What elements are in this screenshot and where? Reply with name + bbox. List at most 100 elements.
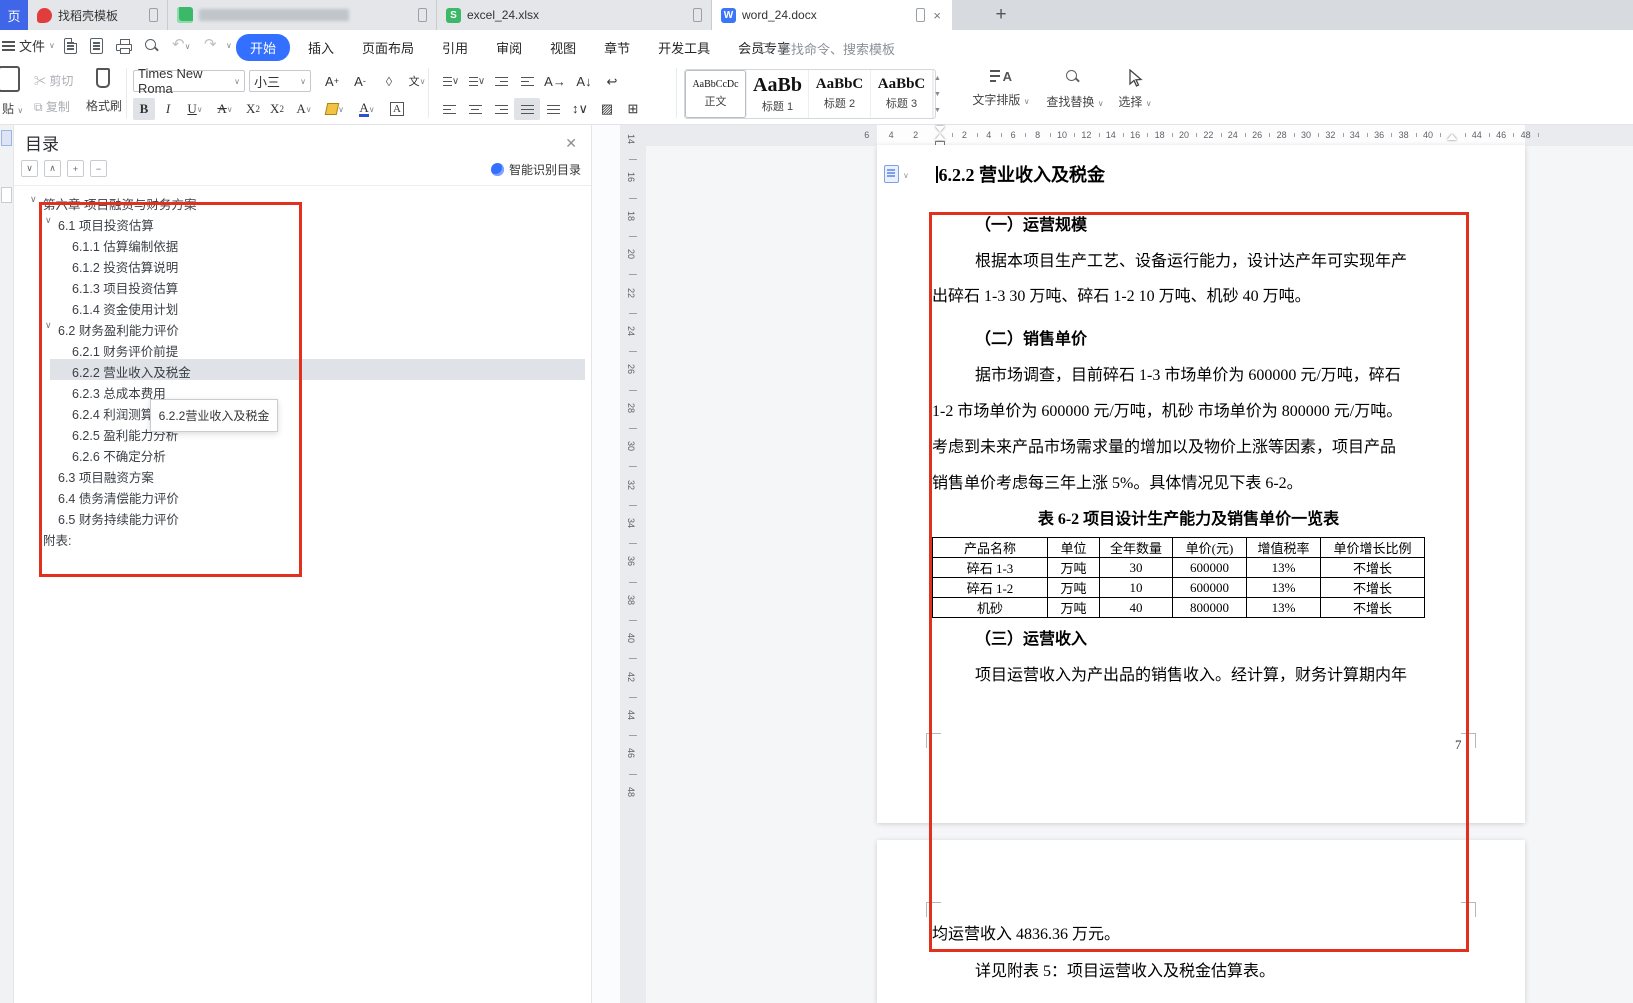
shading-icon[interactable]: ▨	[594, 98, 620, 120]
first-line-indent-marker[interactable]	[935, 126, 945, 132]
menu-tab-开始[interactable]: 开始	[236, 34, 290, 61]
chevron-down-icon[interactable]: ∨	[45, 215, 52, 226]
menu-tab-章节[interactable]: 章节	[594, 34, 640, 61]
decrease-indent-icon[interactable]	[488, 70, 514, 92]
toc-item[interactable]: 6.1.2 投资估算说明	[14, 254, 592, 275]
toc-item[interactable]: 6.4 债务清偿能力评价	[14, 485, 592, 506]
align-distribute-icon[interactable]	[540, 98, 566, 120]
toc-item[interactable]: 6.2.5 盈利能力分析	[14, 422, 592, 443]
style-标题 2[interactable]: AaBbC标题 2	[809, 70, 871, 118]
toc-item[interactable]: 6.5 财务持续能力评价	[14, 506, 592, 527]
hanging-indent-marker[interactable]	[935, 134, 945, 140]
toc-item[interactable]: 附表:	[14, 527, 592, 548]
style-标题 3[interactable]: AaBbC标题 3	[871, 70, 933, 118]
bookmark-panel-icon[interactable]	[1, 187, 12, 203]
select-button[interactable]: 选择 ∨	[1112, 69, 1158, 110]
underline-button[interactable]: U∨	[181, 98, 209, 120]
toc-expand-all-icon[interactable]: ∨	[21, 160, 38, 177]
chevron-down-icon[interactable]: ∨	[30, 194, 37, 205]
gallery-scroll-up-icon[interactable]: ▲	[934, 75, 941, 82]
menu-tab-引用[interactable]: 引用	[432, 34, 478, 61]
bullet-list-icon[interactable]: ∨	[436, 70, 462, 92]
new-tab-button[interactable]: +	[988, 2, 1014, 28]
toc-item[interactable]: 6.1.1 估算编制依据	[14, 233, 592, 254]
text-layout-button[interactable]: A 文字排版 ∨	[965, 69, 1037, 108]
menu-tab-开发工具[interactable]: 开发工具	[648, 34, 720, 61]
mobile-sync-icon[interactable]	[418, 8, 427, 22]
document-tab-excel[interactable]: Sexcel_24.xlsx	[437, 0, 712, 30]
italic-button[interactable]: I	[159, 98, 177, 120]
toc-item[interactable]: ∨6.2 财务盈利能力评价	[14, 317, 592, 338]
toc-panel-toggle-icon[interactable]	[1, 130, 12, 146]
document-page-2[interactable]: 均运营收入 4836.36 万元。详见附表 5：项目运营收入及税金估算表。	[877, 840, 1525, 1003]
bold-button[interactable]: B	[133, 98, 155, 120]
tab-close-icon[interactable]: ×	[931, 8, 943, 23]
numbered-list-icon[interactable]: ∨	[462, 70, 488, 92]
right-indent-marker[interactable]	[1447, 134, 1457, 140]
find-replace-button[interactable]: 查找替换 ∨	[1042, 69, 1108, 110]
increase-font-size-button[interactable]: A+	[320, 70, 344, 92]
home-tab[interactable]: 页	[0, 0, 28, 30]
new-document-icon[interactable]	[64, 38, 81, 55]
smart-toc-button[interactable]: 智能识别目录	[491, 161, 581, 178]
toc-close-icon[interactable]: ✕	[565, 135, 577, 152]
font-family-combobox[interactable]: Times New Roma∨	[133, 70, 245, 92]
align-center-icon[interactable]	[462, 98, 488, 120]
toc-item[interactable]: 6.1.3 项目投资估算	[14, 275, 592, 296]
document-tab-word[interactable]: Wword_24.docx×	[712, 0, 952, 30]
toc-zoom-out-icon[interactable]: −	[90, 160, 107, 177]
strikethrough-button[interactable]: A∨	[211, 98, 239, 120]
font-size-combobox[interactable]: 小三∨	[249, 70, 311, 92]
character-border-button[interactable]: A	[385, 98, 409, 120]
toc-item[interactable]: 6.2.2 营业收入及税金	[14, 359, 592, 380]
gallery-expand-icon[interactable]: ▼	[934, 107, 941, 114]
file-menu-button[interactable]: 文件∨	[2, 36, 55, 55]
toc-item[interactable]: 6.3 项目融资方案	[14, 464, 592, 485]
toc-collapse-all-icon[interactable]: ∧	[44, 160, 61, 177]
subscript-button[interactable]: X2	[265, 98, 289, 120]
align-right-icon[interactable]	[488, 98, 514, 120]
style-标题 1[interactable]: AaBb标题 1	[747, 70, 809, 118]
text-effects-button[interactable]: A∨	[291, 98, 317, 120]
undo-icon[interactable]: ↶∨	[172, 35, 189, 52]
style-正文[interactable]: AaBbCcDc正文	[685, 70, 747, 118]
cut-button[interactable]: ✂ 剪切	[34, 72, 73, 89]
pinyin-guide-button[interactable]: 文∨	[404, 70, 430, 92]
menu-tab-页面布局[interactable]: 页面布局	[352, 34, 424, 61]
toc-item[interactable]: 6.1.4 资金使用计划	[14, 296, 592, 317]
decrease-font-size-button[interactable]: A-	[348, 70, 372, 92]
toc-item[interactable]: ∨第六章 项目融资与财务方案	[14, 191, 592, 212]
menu-tab-视图[interactable]: 视图	[540, 34, 586, 61]
chevron-down-icon[interactable]: ∨	[45, 320, 52, 331]
highlight-color-button[interactable]: ∨	[321, 98, 349, 120]
toc-item[interactable]: 6.2.6 不确定分析	[14, 443, 592, 464]
print-icon[interactable]	[116, 38, 133, 55]
superscript-button[interactable]: X2	[241, 98, 265, 120]
paste-button[interactable]: 贴 ∨	[0, 66, 26, 117]
command-search[interactable]: 查找命令、搜索模板	[758, 39, 895, 58]
mobile-sync-icon[interactable]	[693, 8, 702, 22]
toc-zoom-in-icon[interactable]: +	[67, 160, 84, 177]
document-page-1[interactable]: ∨ 6.2.2 营业收入及税金 （一）运营规模根据本项目生产工艺、设备运行能力，…	[877, 145, 1525, 823]
paragraph-layout-icon[interactable]	[884, 165, 899, 183]
clear-format-icon[interactable]: ◊	[378, 70, 400, 92]
toc-item[interactable]: 6.2.3 总成本费用	[14, 380, 592, 401]
redo-icon[interactable]: ↷	[204, 35, 221, 52]
document-tab-redacted[interactable]	[168, 0, 437, 30]
print-preview-icon[interactable]	[144, 38, 161, 55]
font-color-button[interactable]: A∨	[353, 98, 381, 120]
toc-item[interactable]: 6.2.4 利润测算	[14, 401, 592, 422]
align-justify-icon[interactable]	[514, 98, 540, 120]
character-scale-icon[interactable]: A→	[540, 70, 570, 92]
save-icon[interactable]	[90, 38, 107, 55]
mobile-sync-icon[interactable]	[916, 8, 925, 22]
toc-item[interactable]: 6.2.1 财务评价前提	[14, 338, 592, 359]
line-spacing-icon[interactable]: ↕∨	[566, 98, 594, 120]
increase-indent-icon[interactable]	[514, 70, 540, 92]
gallery-scroll-down-icon[interactable]: ▼	[934, 91, 941, 98]
format-painter-button[interactable]: 格式刷	[86, 68, 120, 114]
toc-item[interactable]: ∨6.1 项目投资估算	[14, 212, 592, 233]
sort-icon[interactable]: A↓	[570, 70, 598, 92]
menu-tab-审阅[interactable]: 审阅	[486, 34, 532, 61]
copy-button[interactable]: ⧉ 复制	[34, 98, 70, 115]
